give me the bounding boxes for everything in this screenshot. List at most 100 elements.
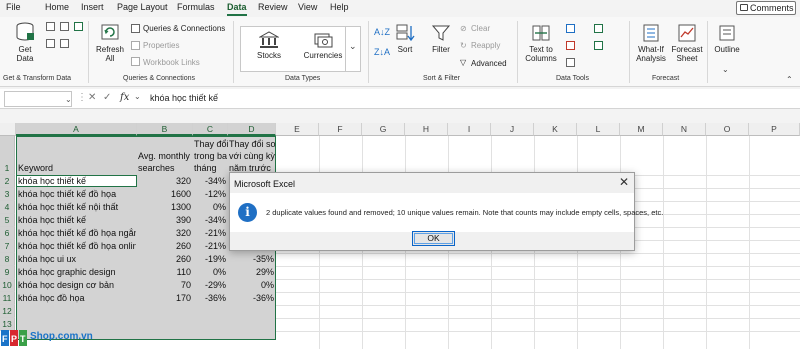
column-header[interactable]: K	[534, 123, 577, 136]
cell-keyword[interactable]: khóa học thiết kế	[18, 215, 136, 225]
cell-yoy[interactable]: -35%	[228, 254, 276, 264]
data-types-expand-button[interactable]: ⌄	[345, 26, 361, 72]
cell-header-keyword[interactable]: Keyword	[18, 163, 53, 173]
cell-yoy[interactable]: 0%	[228, 280, 276, 290]
cell-keyword[interactable]: khóa học thiết kế	[18, 176, 136, 186]
workbook-links-button[interactable]: Workbook Links	[143, 58, 200, 67]
menu-page-layout[interactable]: Page Layout	[117, 2, 168, 12]
column-header[interactable]: P	[749, 123, 800, 136]
existing-connections-icon[interactable]	[60, 39, 69, 48]
cell-keyword[interactable]: khóa học thiết kế đồ họa online	[18, 241, 136, 251]
clear-button[interactable]: Clear	[471, 24, 490, 33]
column-header[interactable]: C	[193, 123, 228, 136]
menu-insert[interactable]: Insert	[81, 2, 104, 12]
properties-button[interactable]: Properties	[143, 41, 179, 50]
column-header[interactable]: L	[577, 123, 620, 136]
menu-data[interactable]: Data	[227, 2, 247, 12]
column-header[interactable]: J	[491, 123, 534, 136]
cell-3month[interactable]: -12%	[193, 189, 228, 199]
formula-input[interactable]: khóa học thiết kế	[150, 93, 218, 103]
from-web-icon[interactable]	[60, 22, 69, 31]
comments-button[interactable]: Comments	[736, 1, 796, 15]
stocks-button[interactable]: Stocks	[249, 31, 289, 60]
column-header[interactable]: G	[362, 123, 405, 136]
cancel-icon[interactable]: ✕	[88, 92, 96, 103]
cell-3month[interactable]: -21%	[193, 241, 228, 251]
cell-searches[interactable]: 1600	[137, 189, 193, 199]
column-header[interactable]: F	[319, 123, 362, 136]
row-header[interactable]: 3	[0, 188, 15, 201]
flash-fill-icon[interactable]	[566, 24, 575, 33]
menu-view[interactable]: View	[298, 2, 317, 12]
cell-3month[interactable]: -21%	[193, 228, 228, 238]
name-box[interactable]: ⌄	[4, 91, 72, 107]
cell-searches[interactable]: 390	[137, 215, 193, 225]
outline-button[interactable]: Outline	[711, 23, 743, 54]
menu-review[interactable]: Review	[258, 2, 288, 12]
what-if-analysis-button[interactable]: What-If Analysis	[634, 23, 668, 63]
cell-searches[interactable]: 260	[137, 241, 193, 251]
select-all-corner[interactable]	[0, 123, 16, 136]
row-header[interactable]: 5	[0, 214, 15, 227]
cell-searches[interactable]: 320	[137, 176, 193, 186]
cell-keyword[interactable]: khóa học đồ họa	[18, 293, 136, 303]
sort-az-icon[interactable]: A↓Z	[374, 27, 390, 37]
column-header[interactable]: E	[276, 123, 319, 136]
cell-3month[interactable]: -36%	[193, 293, 228, 303]
cell-searches[interactable]: 320	[137, 228, 193, 238]
column-header[interactable]: B	[137, 123, 193, 136]
column-header[interactable]: H	[405, 123, 448, 136]
relationships-icon[interactable]	[594, 41, 603, 50]
recent-sources-icon[interactable]	[46, 39, 55, 48]
column-header[interactable]: N	[663, 123, 706, 136]
row-header[interactable]: 9	[0, 266, 15, 279]
cell-keyword[interactable]: khóa học thiết kế đồ họa ngắn	[18, 228, 136, 238]
row-header[interactable]: 2	[0, 175, 15, 188]
row-header[interactable]: 6	[0, 227, 15, 240]
enter-icon[interactable]: ✓	[103, 92, 111, 103]
cell-3month[interactable]: 0%	[193, 267, 228, 277]
cell-keyword[interactable]: khóa học design cơ bản	[18, 280, 136, 290]
cell-3month[interactable]: -34%	[193, 176, 228, 186]
cell-3month[interactable]: -34%	[193, 215, 228, 225]
row-header[interactable]: 4	[0, 201, 15, 214]
column-header[interactable]: D	[228, 123, 276, 136]
advanced-button[interactable]: Advanced	[471, 59, 507, 68]
cell-3month[interactable]: -19%	[193, 254, 228, 264]
cell-header-3month[interactable]: Thay đổi	[194, 139, 228, 149]
row-header[interactable]: 12	[0, 305, 15, 318]
cell-3month[interactable]: 0%	[193, 202, 228, 212]
cell-yoy[interactable]: -36%	[228, 293, 276, 303]
row-header[interactable]: 10	[0, 279, 15, 292]
close-icon[interactable]: ✕	[619, 175, 629, 189]
column-header[interactable]: I	[448, 123, 491, 136]
row-header[interactable]: 11	[0, 292, 15, 305]
ok-button[interactable]: OK	[412, 231, 455, 246]
cell-searches[interactable]: 1300	[137, 202, 193, 212]
forecast-sheet-button[interactable]: Forecast Sheet	[670, 23, 704, 63]
queries-connections-button[interactable]: Queries & Connections	[143, 24, 225, 33]
cell-header-yoy[interactable]: Thay đổi so	[229, 139, 276, 149]
sort-za-icon[interactable]: Z↓A	[374, 47, 390, 57]
row-header[interactable]: 7	[0, 240, 15, 253]
cell-searches[interactable]: 70	[137, 280, 193, 290]
currencies-button[interactable]: Currencies	[298, 31, 348, 60]
refresh-all-button[interactable]: Refresh All	[95, 21, 125, 63]
cell-keyword[interactable]: khóa học graphic design	[18, 267, 136, 277]
insert-function-icon[interactable]: fx	[120, 92, 129, 103]
cell-searches[interactable]: 260	[137, 254, 193, 264]
cell-keyword[interactable]: khóa học thiết kế nội thất	[18, 202, 136, 212]
cell-yoy[interactable]: 29%	[228, 267, 276, 277]
menu-home[interactable]: Home	[45, 2, 69, 12]
row-header[interactable]: 8	[0, 253, 15, 266]
consolidate-icon[interactable]	[594, 24, 603, 33]
menu-formulas[interactable]: Formulas	[177, 2, 215, 12]
filter-button[interactable]: Filter	[427, 23, 455, 54]
remove-duplicates-icon[interactable]	[566, 41, 575, 50]
text-to-columns-button[interactable]: Text to Columns	[523, 23, 559, 63]
from-text-icon[interactable]	[46, 22, 55, 31]
menu-file[interactable]: File	[6, 2, 21, 12]
column-header[interactable]: A	[16, 123, 137, 136]
cell-keyword[interactable]: khóa học ui ux	[18, 254, 136, 264]
get-data-button[interactable]: Get Data	[10, 21, 40, 63]
